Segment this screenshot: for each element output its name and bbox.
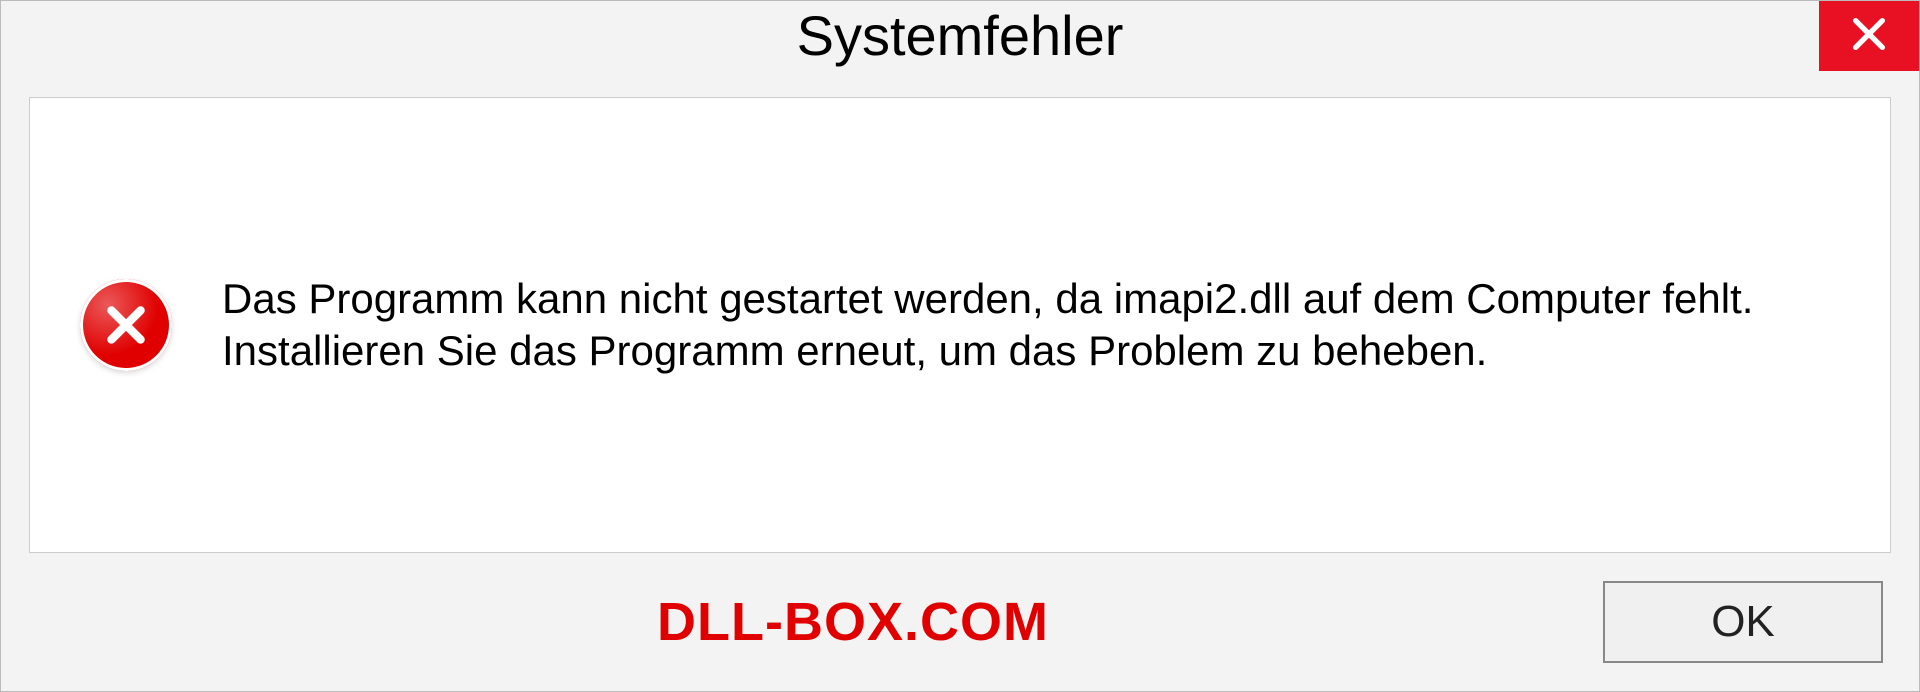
- error-dialog: Systemfehler Das Programm kann nicht ges…: [0, 0, 1920, 692]
- dialog-footer: DLL-BOX.COM OK: [1, 553, 1919, 691]
- error-icon: [80, 279, 172, 371]
- error-message: Das Programm kann nicht gestartet werden…: [222, 273, 1840, 378]
- ok-button-label: OK: [1711, 597, 1775, 647]
- close-icon: [1849, 14, 1889, 59]
- ok-button[interactable]: OK: [1603, 581, 1883, 663]
- message-panel: Das Programm kann nicht gestartet werden…: [29, 97, 1891, 553]
- watermark-text: DLL-BOX.COM: [657, 591, 1049, 653]
- close-button[interactable]: [1819, 1, 1919, 71]
- dialog-title: Systemfehler: [797, 3, 1124, 68]
- titlebar: Systemfehler: [1, 1, 1919, 79]
